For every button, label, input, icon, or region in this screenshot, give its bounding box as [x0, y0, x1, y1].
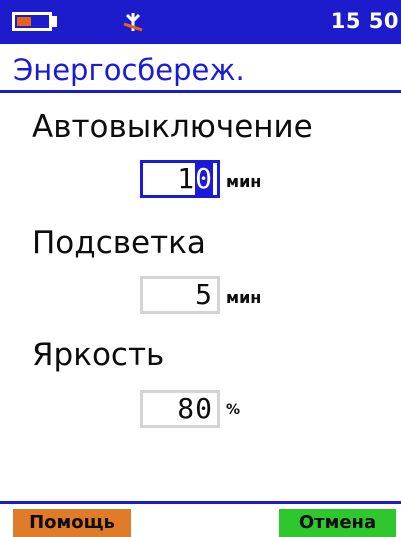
energy-saving-screen: 15 50 Энергосбереж. Автовыключение 10 ми… — [0, 0, 401, 537]
auto-off-value-field[interactable]: 10 — [140, 160, 220, 198]
brightness-unit: % — [226, 402, 241, 418]
clock: 15 50 — [330, 9, 399, 33]
auto-off-unit: мин — [226, 172, 262, 191]
brightness-label: Яркость — [32, 337, 165, 373]
auto-off-value: 10 — [177, 163, 213, 195]
edit-cursor-digit: 0 — [195, 162, 213, 195]
battery-level-fill — [17, 17, 31, 26]
status-bar: 15 50 — [0, 0, 401, 44]
backlight-value-field[interactable]: 5 — [140, 276, 220, 314]
auto-off-value-prefix: 1 — [177, 162, 196, 195]
page-title: Энергосбереж. — [13, 53, 245, 87]
backlight-unit: мин — [226, 288, 262, 307]
cancel-button[interactable]: Отмена — [279, 509, 396, 537]
antenna-crossed-icon — [123, 13, 143, 32]
brightness-value-field[interactable]: 80 — [140, 390, 220, 428]
help-button[interactable]: Помощь — [13, 509, 131, 537]
backlight-value: 5 — [195, 278, 213, 311]
brightness-value: 80 — [177, 392, 213, 425]
auto-off-label: Автовыключение — [32, 109, 313, 145]
title-divider — [0, 90, 401, 93]
battery-tip — [52, 16, 57, 27]
bottom-divider — [0, 501, 401, 504]
backlight-label: Подсветка — [32, 225, 206, 261]
battery-icon — [12, 12, 52, 31]
